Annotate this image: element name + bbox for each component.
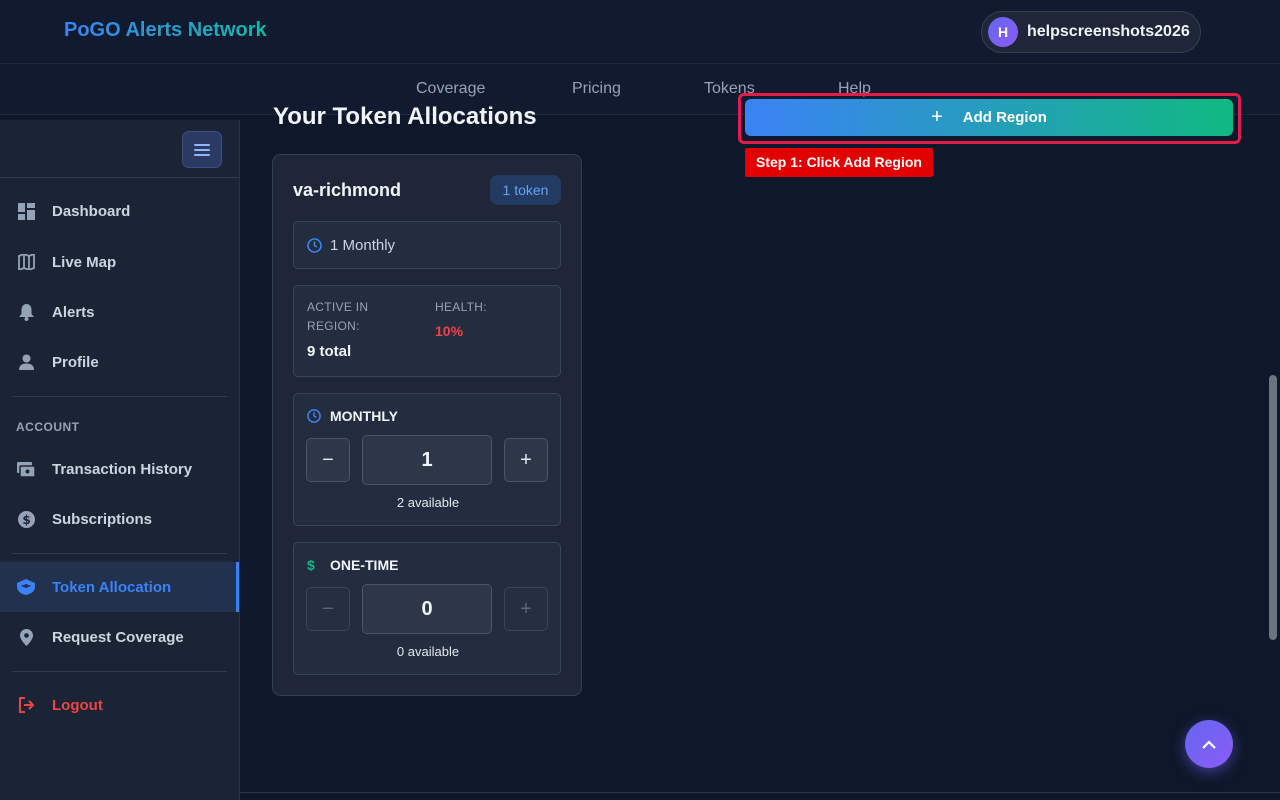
sidebar-item-label: Alerts (52, 303, 95, 321)
sidebar-item-token-allocation[interactable]: Token Allocation (0, 562, 239, 612)
map-icon (17, 253, 35, 271)
sidebar-divider (0, 177, 239, 178)
region-card: va-richmond 1 token 1 Monthly ACTIVE IN … (272, 154, 582, 696)
sidebar-item-label: Logout (52, 696, 103, 714)
monthly-allocation: MONTHLY − 1 + 2 available (293, 393, 561, 526)
receipt-icon (17, 460, 35, 478)
one-time-label: ONE-TIME (330, 557, 399, 573)
monthly-header: MONTHLY (307, 408, 398, 424)
one-time-header: $ ONE-TIME (307, 557, 398, 573)
sidebar-item-transaction-history[interactable]: Transaction History (0, 444, 239, 494)
sidebar-section-account: ACCOUNT (16, 420, 80, 434)
sidebar-item-label: Dashboard (52, 202, 131, 220)
menu-toggle-button[interactable] (182, 131, 222, 168)
sidebar-item-label: Profile (52, 353, 99, 371)
one-time-decrement-button[interactable]: − (306, 587, 350, 631)
logout-icon (17, 696, 35, 714)
scrollbar-thumb[interactable] (1269, 375, 1277, 640)
username: helpscreenshots2026 (1027, 23, 1190, 40)
page-title: Your Token Allocations (273, 103, 537, 130)
one-time-increment-button[interactable]: + (504, 587, 548, 631)
sidebar-item-live-map[interactable]: Live Map (0, 237, 239, 287)
monthly-increment-button[interactable]: + (504, 438, 548, 482)
sidebar-item-label: Token Allocation (52, 578, 172, 596)
sidebar-item-alerts[interactable]: Alerts (0, 287, 239, 337)
sidebar-divider (12, 671, 227, 672)
plus-icon: + (931, 106, 943, 128)
dollar-icon: $ (307, 557, 315, 573)
add-region-button[interactable]: + Add Region (745, 99, 1233, 136)
sidebar-item-label: Transaction History (52, 460, 193, 478)
top-header: PoGO Alerts Network H helpscreenshots202… (0, 0, 1280, 64)
region-stats: ACTIVE IN REGION: 9 total HEALTH: 10% (293, 285, 561, 377)
sidebar-item-label: Subscriptions (52, 510, 153, 528)
nav-tokens[interactable]: Tokens (704, 80, 755, 98)
monthly-available: 2 available (396, 495, 460, 510)
one-time-allocation: $ ONE-TIME − 0 + 0 available (293, 542, 561, 675)
health-value: 10% (435, 323, 464, 339)
active-label: ACTIVE IN REGION: (307, 300, 369, 333)
scroll-to-top-button[interactable] (1185, 720, 1233, 768)
sidebar-item-dashboard[interactable]: Dashboard (0, 186, 239, 236)
health-label: HEALTH: (435, 300, 487, 314)
user-icon (17, 353, 35, 371)
sidebar-item-profile[interactable]: Profile (0, 337, 239, 387)
region-name: va-richmond (293, 180, 402, 200)
nav-help[interactable]: Help (838, 80, 871, 98)
brand-logo[interactable]: PoGO Alerts Network (64, 19, 267, 42)
avatar: H (988, 17, 1018, 47)
sidebar-item-logout[interactable]: Logout (0, 680, 239, 730)
sidebar: Dashboard Live Map Alerts Profile ACCOUN… (0, 120, 240, 800)
nav-coverage[interactable]: Coverage (416, 80, 485, 98)
token-icon (17, 578, 35, 596)
annotation-step-label: Step 1: Click Add Region (745, 148, 933, 177)
sidebar-divider (12, 553, 227, 554)
sidebar-item-subscriptions[interactable]: $ Subscriptions (0, 494, 239, 544)
clock-icon (307, 237, 322, 253)
minus-icon: − (322, 597, 334, 620)
minus-icon: − (322, 448, 334, 471)
allocation-summary: 1 Monthly (293, 221, 561, 269)
sidebar-item-label: Live Map (52, 253, 117, 271)
summary-text: 1 Monthly (330, 236, 396, 254)
chevron-up-icon (1202, 739, 1216, 749)
plus-icon: + (520, 597, 532, 620)
plus-icon: + (520, 448, 532, 471)
location-pin-icon (17, 628, 35, 646)
monthly-label: MONTHLY (330, 408, 398, 424)
monthly-quantity-input[interactable]: 1 (362, 435, 492, 485)
one-time-quantity-input[interactable]: 0 (362, 584, 492, 634)
dollar-circle-icon: $ (17, 510, 35, 528)
monthly-decrement-button[interactable]: − (306, 438, 350, 482)
token-count-badge: 1 token (490, 175, 561, 205)
nav-pricing[interactable]: Pricing (572, 80, 621, 98)
hamburger-icon (194, 143, 210, 156)
svg-text:$: $ (22, 513, 30, 527)
user-menu[interactable]: H helpscreenshots2026 (981, 11, 1201, 53)
active-value: 9 total (307, 343, 352, 360)
sidebar-item-request-coverage[interactable]: Request Coverage (0, 612, 239, 662)
sidebar-item-label: Request Coverage (52, 628, 184, 646)
bell-icon (17, 303, 35, 321)
dashboard-icon (17, 202, 35, 220)
footer-divider (240, 792, 1280, 793)
one-time-available: 0 available (396, 644, 460, 659)
clock-icon (307, 409, 321, 423)
add-region-label: Add Region (962, 109, 1047, 126)
sidebar-divider (12, 396, 227, 397)
